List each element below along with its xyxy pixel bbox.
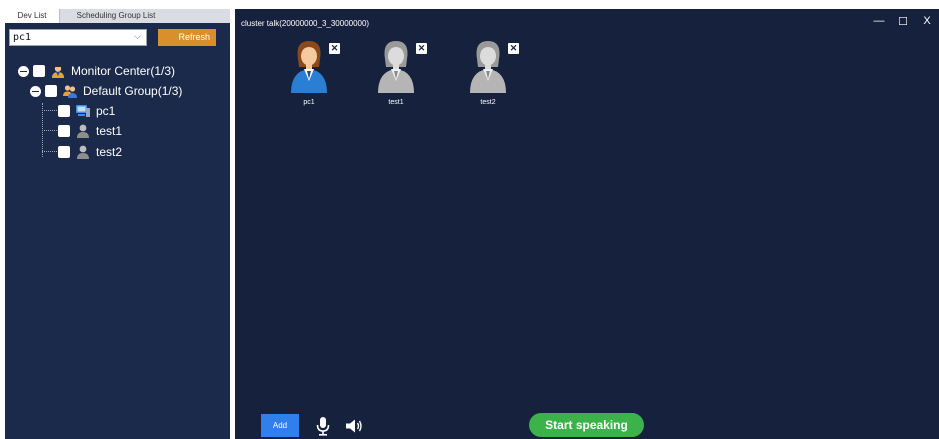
- tree-item-label: Default Group(1/3): [83, 84, 183, 98]
- tree-item-label: Monitor Center(1/3): [71, 64, 176, 78]
- member-card-test2[interactable]: ✕ test2: [456, 37, 519, 117]
- remove-member-button[interactable]: ✕: [416, 43, 427, 54]
- cluster-talk-app: Dev List Scheduling Group List pc1 ⌵ Ref…: [0, 0, 939, 439]
- window-title: cluster talk(20000000_3_30000000): [241, 19, 370, 28]
- device-select-value: pc1: [13, 32, 32, 43]
- remove-member-button[interactable]: ✕: [329, 43, 340, 54]
- avatar-online-icon: [291, 41, 327, 93]
- tree-item-monitor-center[interactable]: Monitor Center(1/3): [18, 62, 175, 80]
- tree-checkbox[interactable]: [45, 85, 57, 97]
- tree-item-test1[interactable]: test1: [58, 122, 122, 140]
- tree-checkbox[interactable]: [33, 65, 45, 77]
- tree-connector: [42, 130, 57, 131]
- start-speaking-button[interactable]: Start speaking: [529, 413, 644, 437]
- computer-icon: [76, 105, 90, 117]
- maximize-button[interactable]: ☐: [897, 15, 909, 28]
- monitor-center-icon: [52, 65, 64, 78]
- device-list-panel: Dev List Scheduling Group List pc1 ⌵ Ref…: [5, 9, 230, 439]
- collapse-icon[interactable]: [30, 85, 41, 97]
- tree-item-test2[interactable]: test2: [58, 143, 122, 161]
- tree-connector: [42, 151, 57, 152]
- chevron-down-icon: ⌵: [134, 31, 141, 41]
- tree-checkbox[interactable]: [58, 146, 70, 158]
- window-controls: — ☐ X: [873, 15, 933, 28]
- tree-checkbox[interactable]: [58, 125, 70, 137]
- tab-scheduling-group-list[interactable]: Scheduling Group List: [61, 9, 171, 23]
- avatar-offline-icon: [470, 41, 506, 93]
- member-name: test1: [388, 99, 404, 106]
- tree-item-pc1[interactable]: pc1: [58, 102, 115, 120]
- person-gray-icon: [77, 124, 89, 138]
- tree-item-default-group[interactable]: Default Group(1/3): [30, 82, 182, 100]
- minimize-button[interactable]: —: [873, 15, 885, 28]
- member-card-pc1[interactable]: ✕ pc1: [277, 37, 340, 117]
- microphone-icon[interactable]: [315, 416, 331, 436]
- tab-dev-list[interactable]: Dev List: [5, 9, 60, 23]
- tree-checkbox[interactable]: [58, 105, 70, 117]
- add-member-button[interactable]: Add: [261, 414, 299, 437]
- avatar-offline-icon: [378, 41, 414, 93]
- refresh-button[interactable]: Refresh: [158, 29, 216, 46]
- collapse-icon[interactable]: [18, 65, 29, 77]
- tree-item-label: pc1: [96, 104, 116, 118]
- tree-item-label: test2: [96, 145, 123, 159]
- member-name: test2: [480, 99, 496, 106]
- tree-connector: [42, 110, 57, 111]
- tab-bar: Dev List Scheduling Group List: [5, 9, 230, 23]
- group-users-icon: [63, 85, 77, 98]
- person-gray-icon: [77, 145, 89, 159]
- speaker-icon[interactable]: [345, 418, 363, 434]
- remove-member-button[interactable]: ✕: [508, 43, 519, 54]
- cluster-talk-panel: cluster talk(20000000_3_30000000) — ☐ X …: [235, 9, 939, 439]
- device-select[interactable]: pc1 ⌵: [9, 29, 147, 46]
- member-card-test1[interactable]: ✕ test1: [364, 37, 427, 117]
- tree-item-label: test1: [96, 124, 123, 138]
- close-button[interactable]: X: [921, 15, 933, 28]
- member-name: pc1: [303, 99, 315, 106]
